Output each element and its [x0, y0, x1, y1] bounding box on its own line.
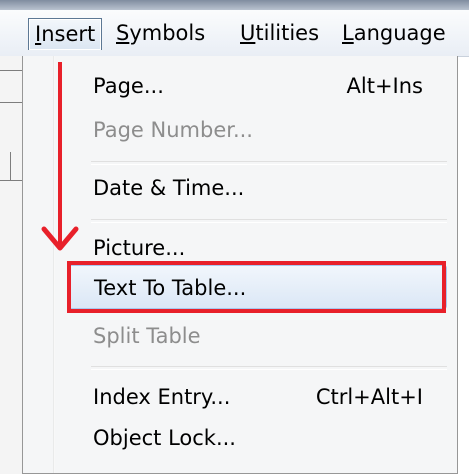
- menu-item-page[interactable]: Page... Alt+Ins: [67, 64, 447, 108]
- menu-separator: [91, 161, 447, 165]
- menu-item-page-shortcut: Alt+Ins: [346, 74, 423, 98]
- background-rule: [10, 152, 11, 180]
- menu-item-index-entry-shortcut: Ctrl+Alt+I: [315, 385, 423, 409]
- red-arrow-annotation: [41, 62, 79, 251]
- document-background: [0, 56, 22, 474]
- menu-symbols-label: ymbols: [129, 21, 206, 45]
- red-highlight-box: [67, 261, 446, 313]
- menu-language[interactable]: Language: [336, 18, 452, 50]
- menu-language-mnemonic: L: [342, 21, 354, 45]
- menu-symbols[interactable]: Symbols: [110, 18, 211, 50]
- menu-symbols-mnemonic: S: [116, 21, 130, 45]
- menubar: Insert Symbols Utilities Language: [0, 10, 469, 57]
- menu-item-date-time[interactable]: Date & Time...: [67, 166, 447, 210]
- menu-item-page-number[interactable]: Page Number...: [67, 108, 447, 152]
- menu-item-object-lock-label: Object Lock...: [93, 426, 236, 450]
- menu-insert[interactable]: Insert: [28, 18, 103, 50]
- menu-item-index-entry-label: Index Entry...: [93, 385, 231, 409]
- menu-utilities-mnemonic: U: [240, 21, 256, 45]
- menu-insert-label: nsert: [41, 22, 96, 46]
- background-rule: [0, 70, 22, 71]
- background-rule: [0, 180, 22, 181]
- menu-utilities-label: tilities: [255, 21, 320, 45]
- menu-separator: [91, 366, 447, 370]
- menu-item-page-label: Page...: [93, 74, 164, 98]
- menu-item-date-time-label: Date & Time...: [93, 176, 245, 200]
- window-top-edge: [0, 0, 469, 10]
- menu-separator: [91, 219, 447, 223]
- background-rule: [0, 102, 22, 103]
- menu-item-page-number-label: Page Number...: [93, 118, 253, 142]
- menu-item-split-table-label: Split Table: [93, 324, 201, 348]
- menu-utilities[interactable]: Utilities: [234, 18, 325, 50]
- menu-item-split-table[interactable]: Split Table: [67, 314, 447, 358]
- menu-language-label: anguage: [353, 21, 446, 45]
- menu-item-object-lock[interactable]: Object Lock...: [67, 416, 447, 460]
- menu-item-index-entry[interactable]: Index Entry... Ctrl+Alt+I: [67, 375, 447, 419]
